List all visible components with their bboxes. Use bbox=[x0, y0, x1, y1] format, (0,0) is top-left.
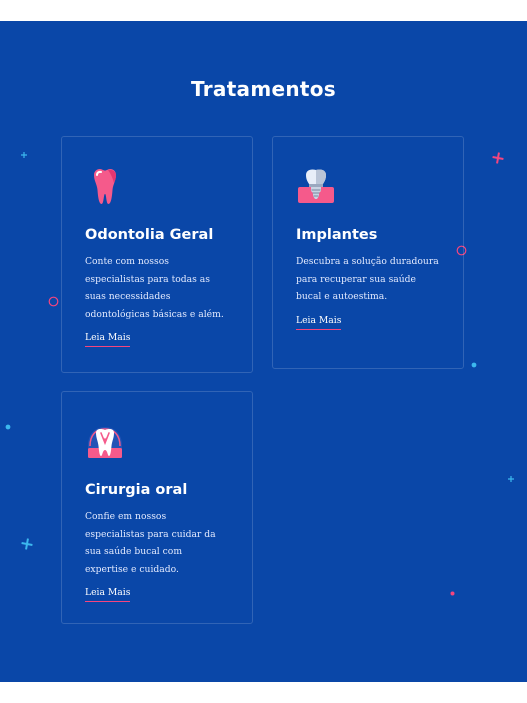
read-more-link[interactable]: Leia Mais bbox=[85, 586, 131, 602]
read-more-link[interactable]: Leia Mais bbox=[85, 331, 131, 347]
card-description: Confie em nossos especialistas para cuid… bbox=[85, 511, 216, 575]
dental-implant-icon bbox=[298, 169, 334, 203]
top-page-strip bbox=[0, 0, 527, 21]
dot-decoration-icon bbox=[450, 591, 455, 596]
circle-decoration-icon bbox=[48, 296, 59, 307]
tooth-icon bbox=[94, 169, 116, 204]
sparkle-decoration-icon bbox=[21, 152, 27, 158]
tooth-surgery-icon bbox=[88, 427, 122, 458]
card-title: Cirurgia oral bbox=[85, 482, 188, 498]
card-description: Descubra a solução duradoura para recupe… bbox=[296, 256, 439, 302]
read-more-link[interactable]: Leia Mais bbox=[296, 314, 342, 330]
treatments-section: Tratamentos Odontolia Geral Conte com no… bbox=[0, 21, 527, 682]
dot-decoration-icon bbox=[5, 424, 11, 430]
card-description: Conte com nossos especialistas para toda… bbox=[85, 256, 224, 320]
card-title: Implantes bbox=[296, 227, 378, 243]
cross-decoration-icon bbox=[492, 152, 504, 164]
treatment-card-cirurgia-oral: Cirurgia oral Confie em nossos especiali… bbox=[61, 391, 253, 624]
treatment-card-implantes: Implantes Descubra a solução duradoura p… bbox=[272, 136, 464, 369]
sparkle-decoration-icon bbox=[508, 476, 514, 482]
card-title: Odontolia Geral bbox=[85, 227, 214, 243]
dot-decoration-icon bbox=[471, 362, 477, 368]
section-title: Tratamentos bbox=[190, 77, 336, 101]
cross-decoration-icon bbox=[21, 538, 33, 550]
treatment-card-odontologia-geral: Odontolia Geral Conte com nossos especia… bbox=[61, 136, 253, 373]
bottom-page-strip bbox=[0, 682, 527, 703]
